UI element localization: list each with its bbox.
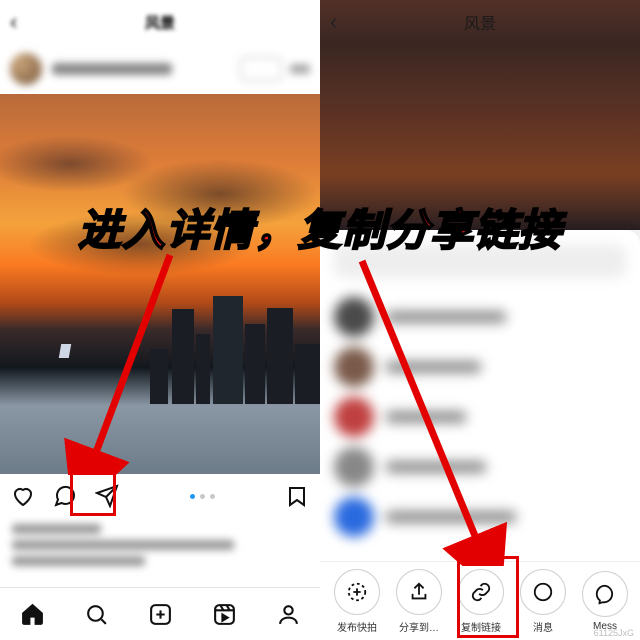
right-photo-peek	[320, 44, 640, 230]
bookmark-icon[interactable]	[284, 483, 310, 509]
nav-profile-icon[interactable]	[275, 601, 301, 627]
nav-home-icon[interactable]	[19, 601, 45, 627]
comment-icon[interactable]	[52, 483, 78, 509]
avatar[interactable]	[10, 53, 42, 85]
quickshot-icon	[334, 569, 380, 615]
left-header: ‹ 风景	[0, 0, 320, 44]
nav-create-icon[interactable]	[147, 601, 173, 627]
username-blur[interactable]	[52, 63, 172, 75]
bottom-nav	[0, 587, 320, 640]
left-header-title: 风景	[145, 12, 175, 33]
more-icon[interactable]	[290, 64, 310, 74]
nav-reels-icon[interactable]	[211, 601, 237, 627]
back-icon[interactable]: ‹	[330, 9, 337, 35]
link-icon	[458, 569, 504, 615]
nav-search-icon[interactable]	[83, 601, 109, 627]
messenger-icon	[582, 571, 628, 617]
share-icon[interactable]	[94, 483, 120, 509]
skyline	[0, 294, 320, 404]
tutorial-composite: ‹ 风景	[0, 0, 640, 640]
share-action-copylink[interactable]: 复制链接	[450, 569, 512, 634]
share-action-row: 发布快拍 分享到… 复制链接 消息 Mess	[320, 561, 640, 640]
left-screenshot: ‹ 风景	[0, 0, 320, 640]
share-sheet-blur	[334, 244, 626, 560]
search-input-blur[interactable]	[334, 244, 626, 278]
share-action-quickshot[interactable]: 发布快拍	[326, 569, 388, 634]
back-icon[interactable]: ‹	[10, 9, 17, 35]
message-icon	[520, 569, 566, 615]
share-action-messenger[interactable]: Mess	[574, 571, 636, 632]
share-action-messages[interactable]: 消息	[512, 569, 574, 634]
right-header: ‹ 风景	[320, 0, 640, 44]
right-header-title: 风景	[464, 10, 496, 34]
carousel-pager	[136, 494, 268, 499]
post-action-bar	[0, 474, 320, 518]
watermark: 61125JxG	[594, 628, 634, 638]
like-icon[interactable]	[10, 483, 36, 509]
shareto-icon	[396, 569, 442, 615]
follow-button-blur[interactable]	[240, 57, 282, 81]
share-sheet: 发布快拍 分享到… 复制链接 消息 Mess	[320, 230, 640, 640]
share-action-shareto[interactable]: 分享到…	[388, 569, 450, 634]
post-photo[interactable]	[0, 94, 320, 474]
right-screenshot: ‹ 风景 发布快拍 分享到…	[320, 0, 640, 640]
post-header	[0, 44, 320, 94]
caption-blur	[0, 524, 320, 566]
